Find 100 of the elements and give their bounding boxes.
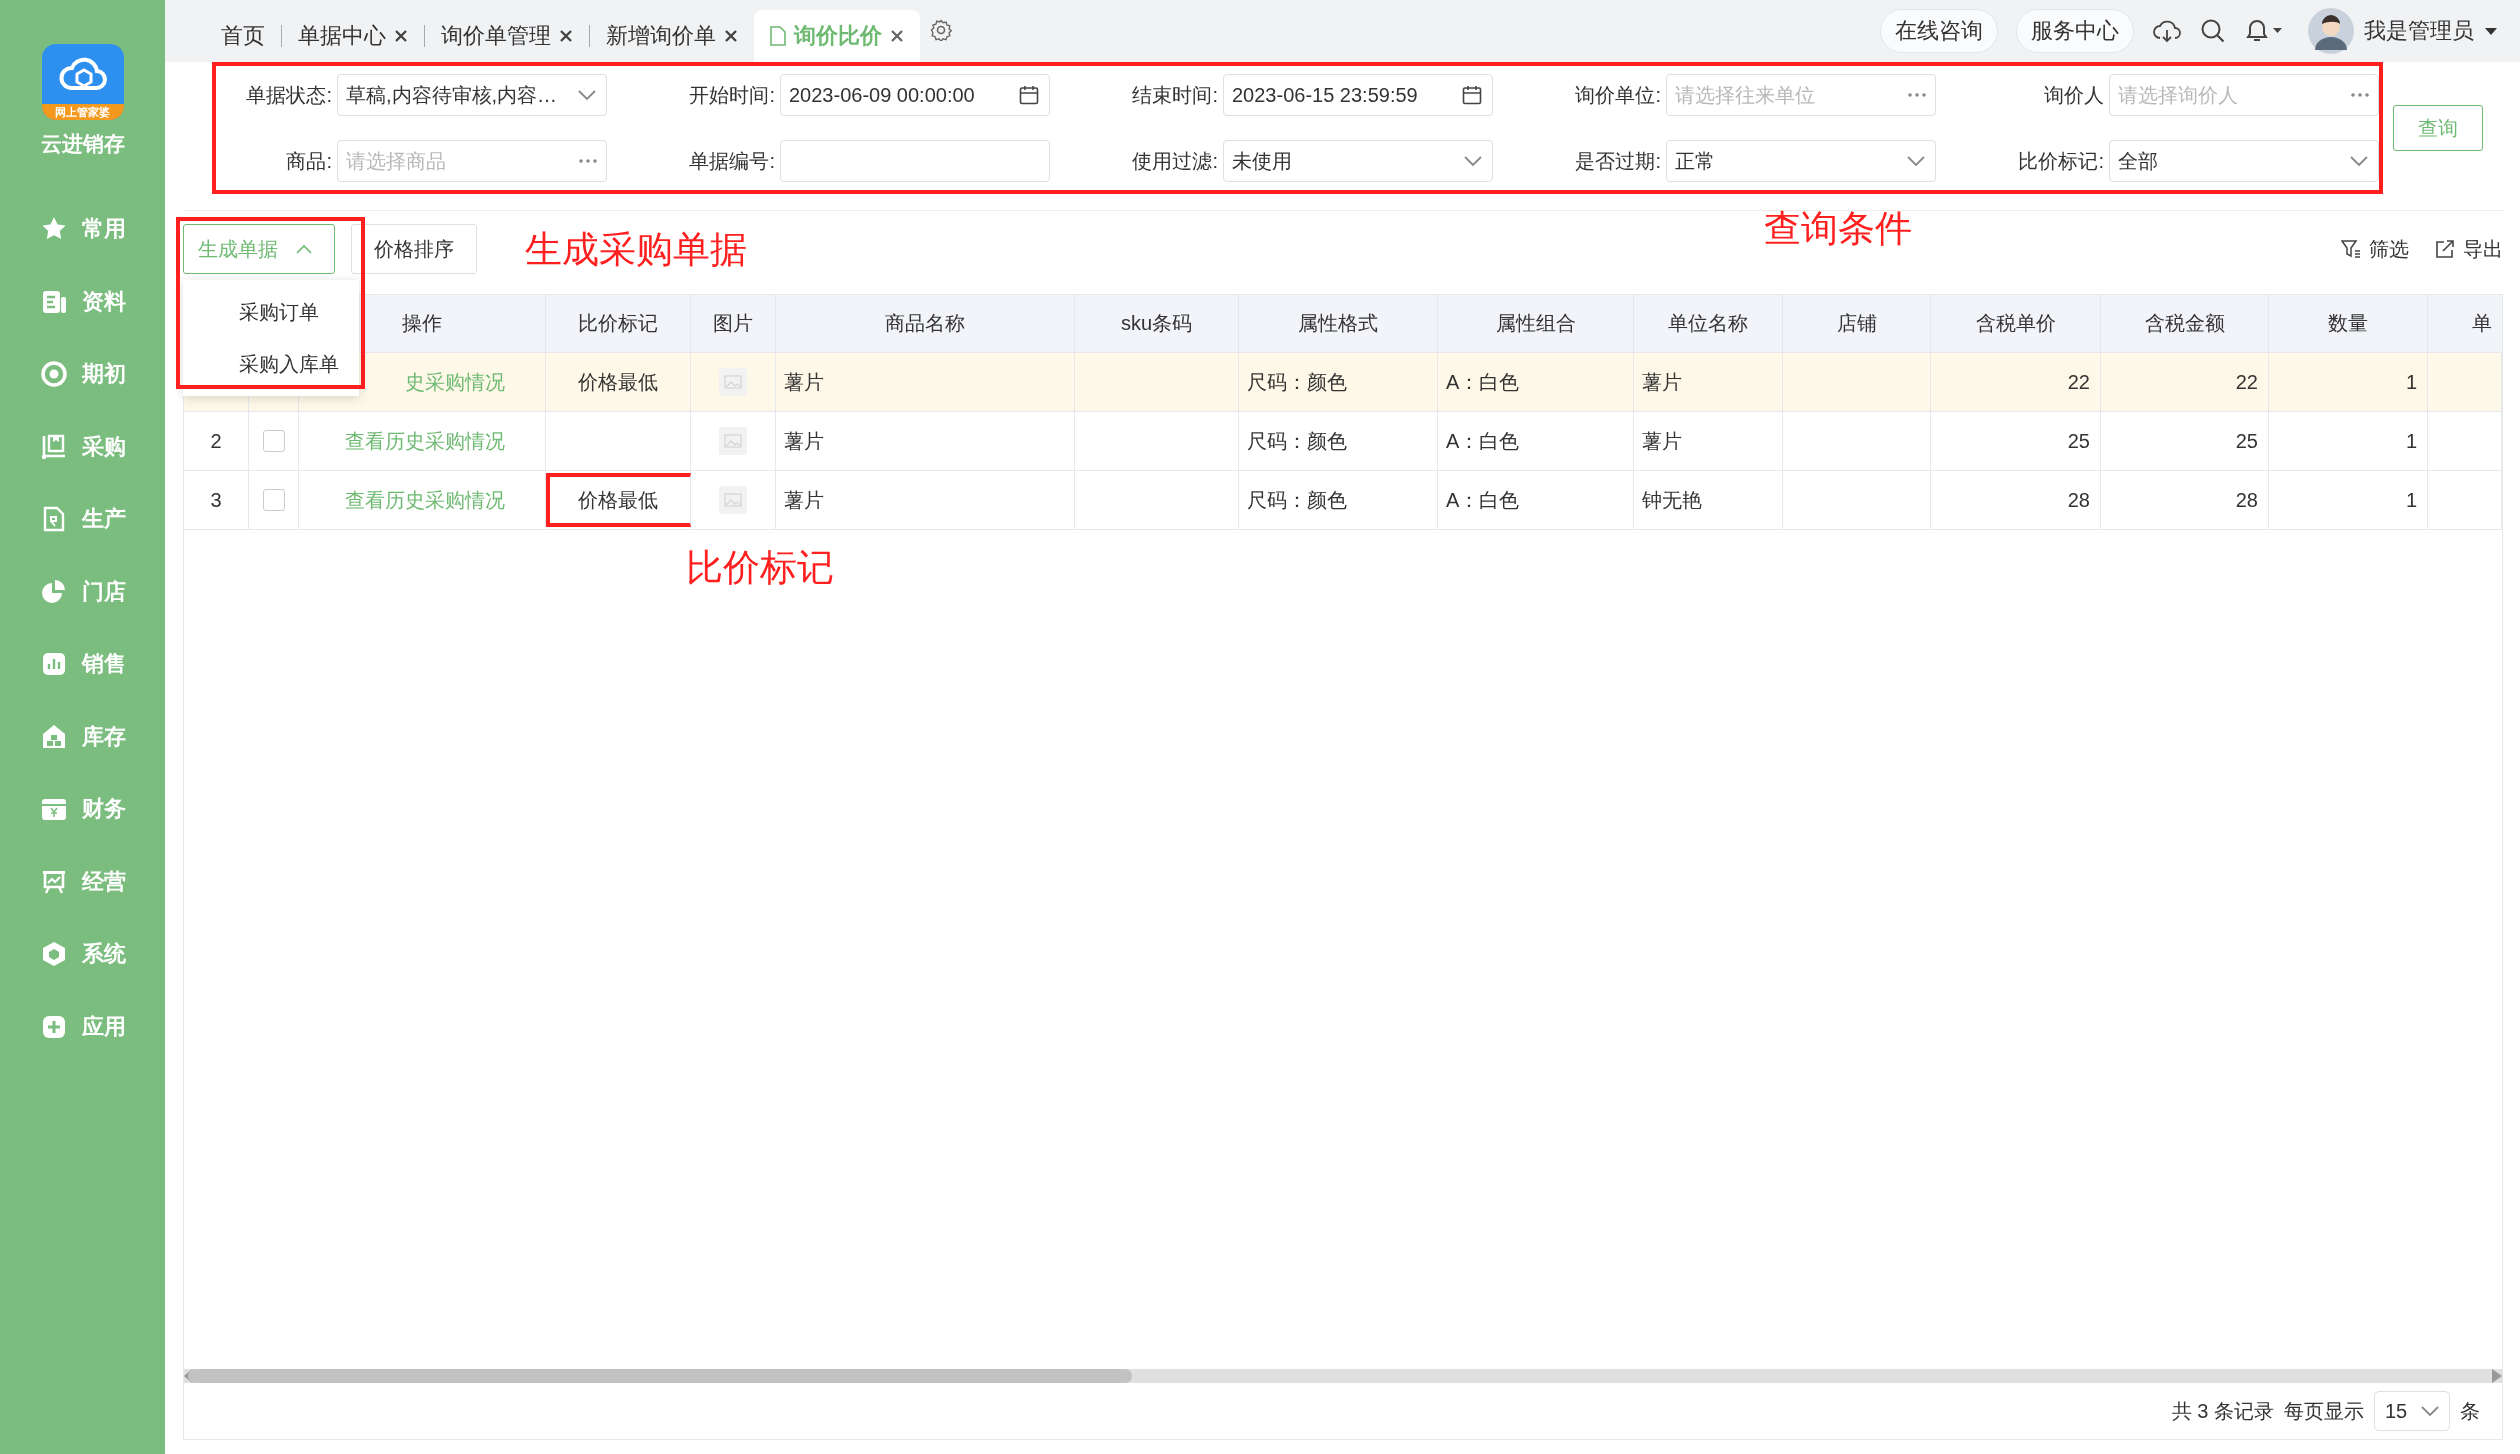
table-cell: A：白色 xyxy=(1438,412,1634,470)
caret-icon xyxy=(2484,26,2498,36)
table-cell: 价格最低 xyxy=(546,353,691,411)
settings-icon[interactable] xyxy=(930,19,952,41)
menu-item[interactable]: 采购订单 xyxy=(183,286,359,338)
field-label: 询价单位: xyxy=(1574,82,1662,108)
field-label: 开始时间: xyxy=(688,82,776,108)
bell-icon[interactable] xyxy=(2244,18,2284,44)
table-cell: 尺码：颜色 xyxy=(1239,412,1438,470)
column-header: 数量 xyxy=(2269,295,2428,352)
field-label: 结束时间: xyxy=(1131,82,1219,108)
checkbox[interactable] xyxy=(262,489,285,511)
tool-button[interactable]: 导出 xyxy=(2435,235,2503,263)
user-menu[interactable]: 我是管理员 xyxy=(2308,8,2498,54)
table-cell: 薯片 xyxy=(1634,353,1783,411)
chevron-down-icon xyxy=(2350,155,2368,167)
image-icon xyxy=(719,427,747,455)
column-header: sku条码 xyxy=(1075,295,1239,352)
table-cell: 3 xyxy=(184,471,249,529)
more-icon xyxy=(1908,93,1926,97)
select-field[interactable]: 草稿,内容待审核,内容… xyxy=(337,74,607,116)
horizontal-scrollbar[interactable] xyxy=(184,1369,2502,1383)
tab[interactable]: 首页 xyxy=(205,10,281,62)
picker-field[interactable]: 请选择商品 xyxy=(337,140,607,182)
column-header: 属性格式 xyxy=(1239,295,1438,352)
column-header: 店铺 xyxy=(1783,295,1931,352)
table-cell: 薯片 xyxy=(776,353,1075,411)
close-icon[interactable] xyxy=(394,29,408,43)
table-cell: 25 xyxy=(2101,412,2269,470)
select-field[interactable]: 正常 xyxy=(1666,140,1936,182)
table-cell: 薯片 xyxy=(776,412,1075,470)
column-header: 单位名称 xyxy=(1634,295,1783,352)
picker-field[interactable]: 请选择往来单位 xyxy=(1666,74,1936,116)
filter-icon xyxy=(2341,239,2361,259)
table-cell: 价格最低 xyxy=(546,471,691,529)
pager-summary: 共 3 条记录 xyxy=(2171,1398,2274,1424)
annotation-label: 查询条件 xyxy=(1764,207,1912,251)
pager-unit: 条 xyxy=(2460,1398,2480,1424)
close-icon[interactable] xyxy=(724,29,738,43)
target-icon xyxy=(39,360,68,389)
tab[interactable]: 单据中心 xyxy=(282,10,424,62)
header-button[interactable]: 服务中心 xyxy=(2016,9,2134,53)
table-cell: 28 xyxy=(1931,471,2101,529)
table-cell: 28 xyxy=(2101,471,2269,529)
table-cell: 1 xyxy=(2269,412,2428,470)
sort-button[interactable]: 价格排序 xyxy=(351,224,477,274)
menu-item[interactable]: 采购入库单 xyxy=(183,338,359,390)
tab[interactable]: 询价单管理 xyxy=(425,10,589,62)
header-button[interactable]: 在线咨询 xyxy=(1880,9,1998,53)
avatar xyxy=(2308,8,2354,54)
file-icon xyxy=(770,26,786,46)
column-header: 单 xyxy=(2471,311,2493,336)
chevron-down-icon xyxy=(1907,155,1925,167)
field-label: 使用过滤: xyxy=(1131,148,1219,174)
app-name: 云进销存 xyxy=(40,131,125,157)
search-icon[interactable] xyxy=(2200,18,2226,44)
table-cell: 薯片 xyxy=(776,471,1075,529)
cloud-download-icon[interactable] xyxy=(2152,18,2182,44)
table-cell: 1 xyxy=(2269,353,2428,411)
cart-icon xyxy=(39,432,68,461)
chevron-up-icon xyxy=(296,244,312,254)
table-cell: 22 xyxy=(1931,353,2101,411)
table-cell: 尺码：颜色 xyxy=(1239,471,1438,529)
image-icon xyxy=(719,486,747,514)
date-field[interactable]: 2023-06-09 00:00:00 xyxy=(780,74,1050,116)
column-header: 比价标记 xyxy=(546,295,691,352)
table-cell: 1 xyxy=(2269,471,2428,529)
annotation-label: 生成采购单据 xyxy=(525,228,747,272)
table-cell: A：白色 xyxy=(1438,471,1634,529)
export-icon xyxy=(2435,239,2455,259)
field-label: 是否过期: xyxy=(1574,148,1662,174)
table-cell: 25 xyxy=(1931,412,2101,470)
calendar-icon xyxy=(1462,85,1482,105)
field-label: 比价标记: xyxy=(2017,148,2105,174)
close-icon[interactable] xyxy=(559,29,573,43)
column-header: 含税金额 xyxy=(2101,295,2269,352)
tool-button[interactable]: 筛选 xyxy=(2341,235,2409,263)
image-icon xyxy=(719,368,747,396)
picker-field[interactable]: 请选择询价人 xyxy=(2109,74,2379,116)
date-field[interactable]: 2023-06-15 23:59:59 xyxy=(1223,74,1493,116)
field-label: 单据编号: xyxy=(688,148,776,174)
more-icon xyxy=(2351,93,2369,97)
calendar-icon xyxy=(1019,85,1039,105)
chevron-down-icon xyxy=(578,89,596,101)
page-size-select[interactable]: 15 xyxy=(2374,1391,2450,1431)
close-icon[interactable] xyxy=(890,29,904,43)
annotation-label: 比价标记 xyxy=(686,546,834,590)
table-cell: 尺码：颜色 xyxy=(1239,353,1438,411)
table-cell: A：白色 xyxy=(1438,353,1634,411)
tab[interactable]: 新增询价单 xyxy=(590,10,754,62)
select-field[interactable]: 全部 xyxy=(2109,140,2379,182)
chevron-down-icon xyxy=(1464,155,1482,167)
field-label: 单据状态: xyxy=(245,82,333,108)
field-label: 询价人 xyxy=(2043,82,2105,108)
checkbox[interactable] xyxy=(262,430,285,452)
table-cell: 2 xyxy=(184,412,249,470)
column-header: 属性组合 xyxy=(1438,295,1634,352)
input-field[interactable] xyxy=(780,140,1050,182)
table-cell: 钟无艳 xyxy=(1634,471,1783,529)
select-field[interactable]: 未使用 xyxy=(1223,140,1493,182)
